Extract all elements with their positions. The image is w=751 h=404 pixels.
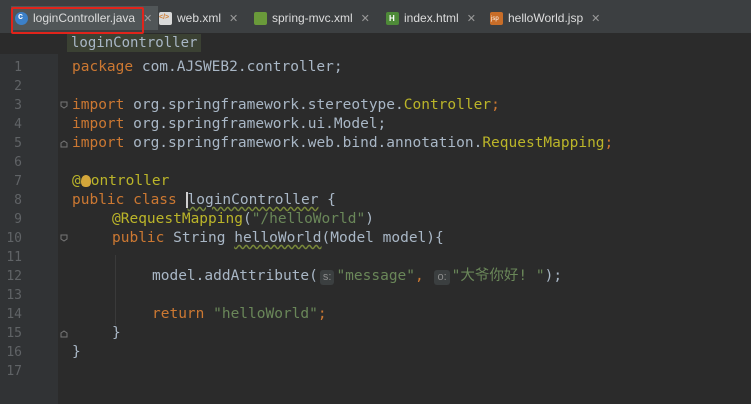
line-number: 17 (6, 364, 22, 379)
tab-label: loginController.java (33, 11, 136, 25)
editor-tab-bar: loginController.java ✕ web.xml ✕ spring-… (0, 0, 751, 34)
line-number: 6 (14, 155, 22, 170)
close-tab-icon[interactable]: ✕ (467, 12, 476, 25)
tab-hello-world-jsp[interactable]: helloWorld.jsp ✕ (490, 6, 600, 30)
line-number: 11 (6, 250, 22, 265)
line-number: 10 (6, 231, 22, 246)
xml-file-icon (159, 11, 172, 25)
line-number: 2 (14, 79, 22, 94)
code-line-17[interactable]: 17 (0, 362, 751, 381)
html-file-icon (386, 11, 399, 25)
tab-login-controller[interactable]: loginController.java ✕ (11, 6, 159, 30)
line-number: 7 (14, 174, 22, 189)
code-line-15[interactable]: 15 } (0, 324, 751, 343)
line-number: 8 (14, 193, 22, 208)
line-number: 9 (14, 212, 22, 227)
code-line-13[interactable]: 13 (0, 286, 751, 305)
line-number: 16 (6, 345, 22, 360)
line-number: 4 (14, 117, 22, 132)
code-line-1[interactable]: 1 package com.AJSWEB2.controller; (0, 58, 751, 77)
code-text[interactable]: } (72, 343, 81, 362)
lightbulb-icon[interactable] (80, 175, 91, 187)
close-tab-icon[interactable]: ✕ (229, 12, 238, 25)
code-line-3[interactable]: 3 import org.springframework.stereotype.… (0, 96, 751, 115)
code-line-4[interactable]: 4 import org.springframework.ui.Model; (0, 115, 751, 134)
java-class-icon (15, 11, 28, 25)
tab-web-xml[interactable]: web.xml ✕ (159, 6, 238, 30)
code-text[interactable]: import org.springframework.ui.Model; (72, 115, 386, 134)
code-text[interactable]: public String helloWorld(Model model){ (112, 229, 444, 248)
tab-label: helloWorld.jsp (508, 11, 584, 25)
code-line-11[interactable]: 11 (0, 248, 751, 267)
line-number: 13 (6, 288, 22, 303)
code-line-8[interactable]: 8 public class loginController { (0, 191, 751, 210)
jsp-file-icon (490, 11, 503, 25)
code-text[interactable]: return "helloWorld"; (152, 305, 327, 324)
line-number: 12 (6, 269, 22, 284)
close-tab-icon[interactable]: ✕ (591, 12, 600, 25)
code-text[interactable]: @ ontroller (72, 172, 169, 191)
close-tab-icon[interactable]: ✕ (361, 12, 370, 25)
code-line-10[interactable]: 10 public String helloWorld(Model model)… (0, 229, 751, 248)
code-text[interactable]: @RequestMapping("/helloWorld") (112, 210, 374, 229)
tab-spring-mvc-xml[interactable]: spring-mvc.xml ✕ (254, 6, 370, 30)
line-number: 14 (6, 307, 22, 322)
code-line-5[interactable]: 5 import org.springframework.web.bind.an… (0, 134, 751, 153)
spring-xml-icon (254, 11, 267, 25)
tab-label: index.html (404, 11, 459, 25)
code-text[interactable]: import org.springframework.web.bind.anno… (72, 134, 613, 153)
breadcrumb[interactable]: loginController (67, 34, 202, 52)
tab-label: web.xml (177, 11, 222, 25)
tab-label: spring-mvc.xml (272, 11, 353, 25)
code-text[interactable]: package com.AJSWEB2.controller; (72, 58, 343, 77)
code-line-12[interactable]: 12 model.addAttribute(s: "message", o: "大爷… (0, 267, 751, 286)
code-text[interactable]: } (112, 324, 121, 343)
close-tab-icon[interactable]: ✕ (143, 12, 152, 25)
code-text[interactable]: import org.springframework.stereotype.Co… (72, 96, 500, 115)
line-number: 15 (6, 326, 22, 341)
code-line-14[interactable]: 14 return "helloWorld"; (0, 305, 751, 324)
code-line-16[interactable]: 16 } (0, 343, 751, 362)
class-name: loginController (187, 192, 319, 208)
code-line-6[interactable]: 6 (0, 153, 751, 172)
parameter-hint: s: (319, 270, 335, 285)
line-number: 5 (14, 136, 22, 151)
code-line-2[interactable]: 2 (0, 77, 751, 96)
code-line-7[interactable]: 7 @ ontroller (0, 172, 751, 191)
code-line-9[interactable]: 9 @RequestMapping("/helloWorld") (0, 210, 751, 229)
line-number: 3 (14, 98, 22, 113)
code-text[interactable]: model.addAttribute(s: "message", o: "大爷你好!… (152, 267, 562, 286)
line-number: 1 (14, 60, 22, 75)
parameter-hint: o: (434, 270, 450, 285)
code-text[interactable]: public class loginController { (72, 191, 336, 210)
tab-index-html[interactable]: index.html ✕ (386, 6, 476, 30)
